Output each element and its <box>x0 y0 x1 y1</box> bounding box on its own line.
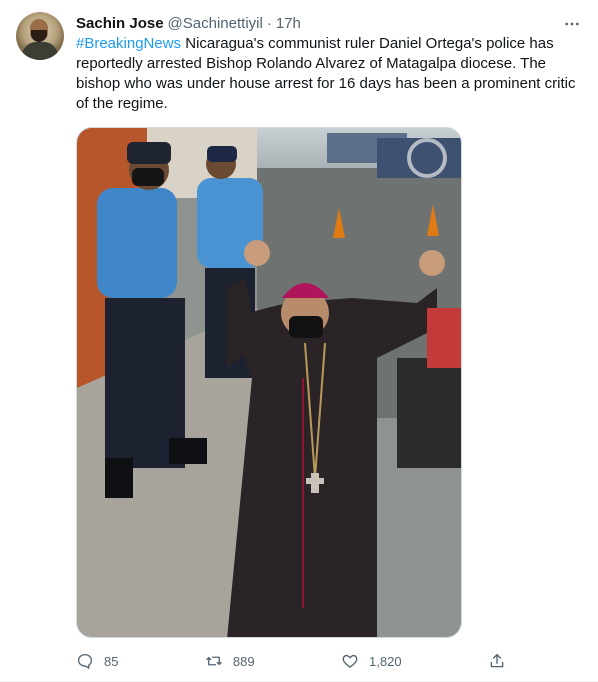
tweet-text: #BreakingNews Nicaragua's communist rule… <box>76 34 586 114</box>
more-icon <box>565 22 579 26</box>
share-button[interactable] <box>488 652 506 670</box>
avatar-body <box>22 42 58 60</box>
share-icon <box>490 653 504 668</box>
heart-icon <box>342 654 358 668</box>
retweet-button[interactable]: 889 <box>205 652 255 670</box>
like-button[interactable]: 1,820 <box>341 652 402 670</box>
author-handle[interactable]: @Sachinettiyil <box>168 14 263 34</box>
reply-button[interactable]: 85 <box>76 652 118 670</box>
tweet-actions: 85 889 1,820 <box>76 650 506 672</box>
avatar[interactable] <box>16 12 64 60</box>
tweet-photo[interactable] <box>76 127 462 638</box>
reply-icon <box>77 653 93 669</box>
retweet-count: 889 <box>232 653 255 669</box>
timestamp[interactable]: 17h <box>276 14 301 34</box>
tweet[interactable]: Sachin Jose @Sachinettiyil · 17h #Breaki… <box>0 0 598 682</box>
reply-count: 85 <box>104 653 119 669</box>
author-name[interactable]: Sachin Jose <box>76 14 164 34</box>
photo-illustration <box>77 128 461 637</box>
more-button[interactable] <box>562 14 582 34</box>
retweet-icon <box>206 656 222 666</box>
separator-dot: · <box>266 15 272 32</box>
avatar-beard <box>31 30 47 42</box>
hashtag-link[interactable]: #BreakingNews <box>76 35 181 52</box>
like-count: 1,820 <box>369 653 402 669</box>
tweet-header: Sachin Jose @Sachinettiyil · 17h <box>76 14 582 34</box>
